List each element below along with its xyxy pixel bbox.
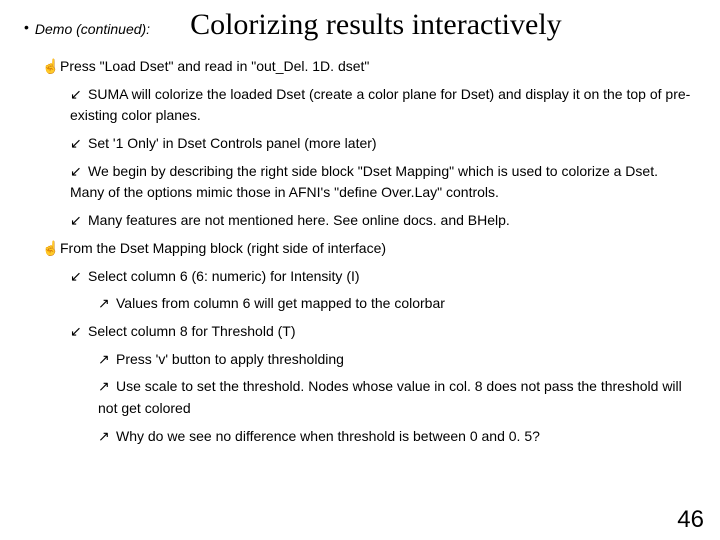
text: Select column 8 for Threshold (T) (88, 323, 296, 339)
text: Why do we see no difference when thresho… (116, 428, 540, 444)
arrow-dl-icon: ↙ (70, 321, 88, 343)
bullet-l1: ☝Press "Load Dset" and read in "out_Del.… (42, 56, 696, 78)
bullet-l2: ↙Select column 8 for Threshold (T) (70, 321, 696, 343)
text: Many features are not mentioned here. Se… (88, 212, 510, 228)
hand-icon: ☝ (42, 56, 60, 78)
title-row: • Demo (continued): Colorizing results i… (24, 8, 696, 42)
bullet-l1: ☝From the Dset Mapping block (right side… (42, 238, 696, 260)
bullet-l2: ↙Set '1 Only' in Dset Controls panel (mo… (70, 133, 696, 155)
arrow-dl-icon: ↙ (70, 266, 88, 288)
arrow-ur-icon: ↗ (98, 426, 116, 448)
arrow-dl-icon: ↙ (70, 133, 88, 155)
bullet-l2: ↙We begin by describing the right side b… (70, 161, 696, 204)
slide-body: ☝Press "Load Dset" and read in "out_Del.… (24, 56, 696, 447)
bullet-l3: ↗Values from column 6 will get mapped to… (98, 293, 696, 315)
bullet-l3: ↗Why do we see no difference when thresh… (98, 426, 696, 448)
bullet-l2: ↙Many features are not mentioned here. S… (70, 210, 696, 232)
slide-title: Colorizing results interactively (190, 8, 562, 42)
text: Select column 6 (6: numeric) for Intensi… (88, 268, 360, 284)
arrow-ur-icon: ↗ (98, 293, 116, 315)
text: Press 'v' button to apply thresholding (116, 351, 344, 367)
bullet-l3: ↗Press 'v' button to apply thresholding (98, 349, 696, 371)
bullet-l3: ↗Use scale to set the threshold. Nodes w… (98, 376, 696, 419)
text: We begin by describing the right side bl… (70, 163, 658, 201)
text: SUMA will colorize the loaded Dset (crea… (70, 86, 690, 124)
arrow-dl-icon: ↙ (70, 84, 88, 106)
text: From the Dset Mapping block (right side … (60, 240, 386, 256)
demo-label: Demo (continued): (35, 21, 150, 37)
bullet-icon: • (24, 19, 29, 35)
slide: • Demo (continued): Colorizing results i… (0, 0, 720, 540)
bullet-l2: ↙SUMA will colorize the loaded Dset (cre… (70, 84, 696, 127)
arrow-ur-icon: ↗ (98, 376, 116, 398)
arrow-ur-icon: ↗ (98, 349, 116, 371)
text: Values from column 6 will get mapped to … (116, 295, 445, 311)
text: Set '1 Only' in Dset Controls panel (mor… (88, 135, 377, 151)
arrow-dl-icon: ↙ (70, 210, 88, 232)
text: Press "Load Dset" and read in "out_Del. … (60, 58, 369, 74)
bullet-l2: ↙Select column 6 (6: numeric) for Intens… (70, 266, 696, 288)
arrow-dl-icon: ↙ (70, 161, 88, 183)
page-number: 46 (677, 506, 704, 534)
text: Use scale to set the threshold. Nodes wh… (98, 378, 682, 416)
hand-icon: ☝ (42, 238, 60, 260)
